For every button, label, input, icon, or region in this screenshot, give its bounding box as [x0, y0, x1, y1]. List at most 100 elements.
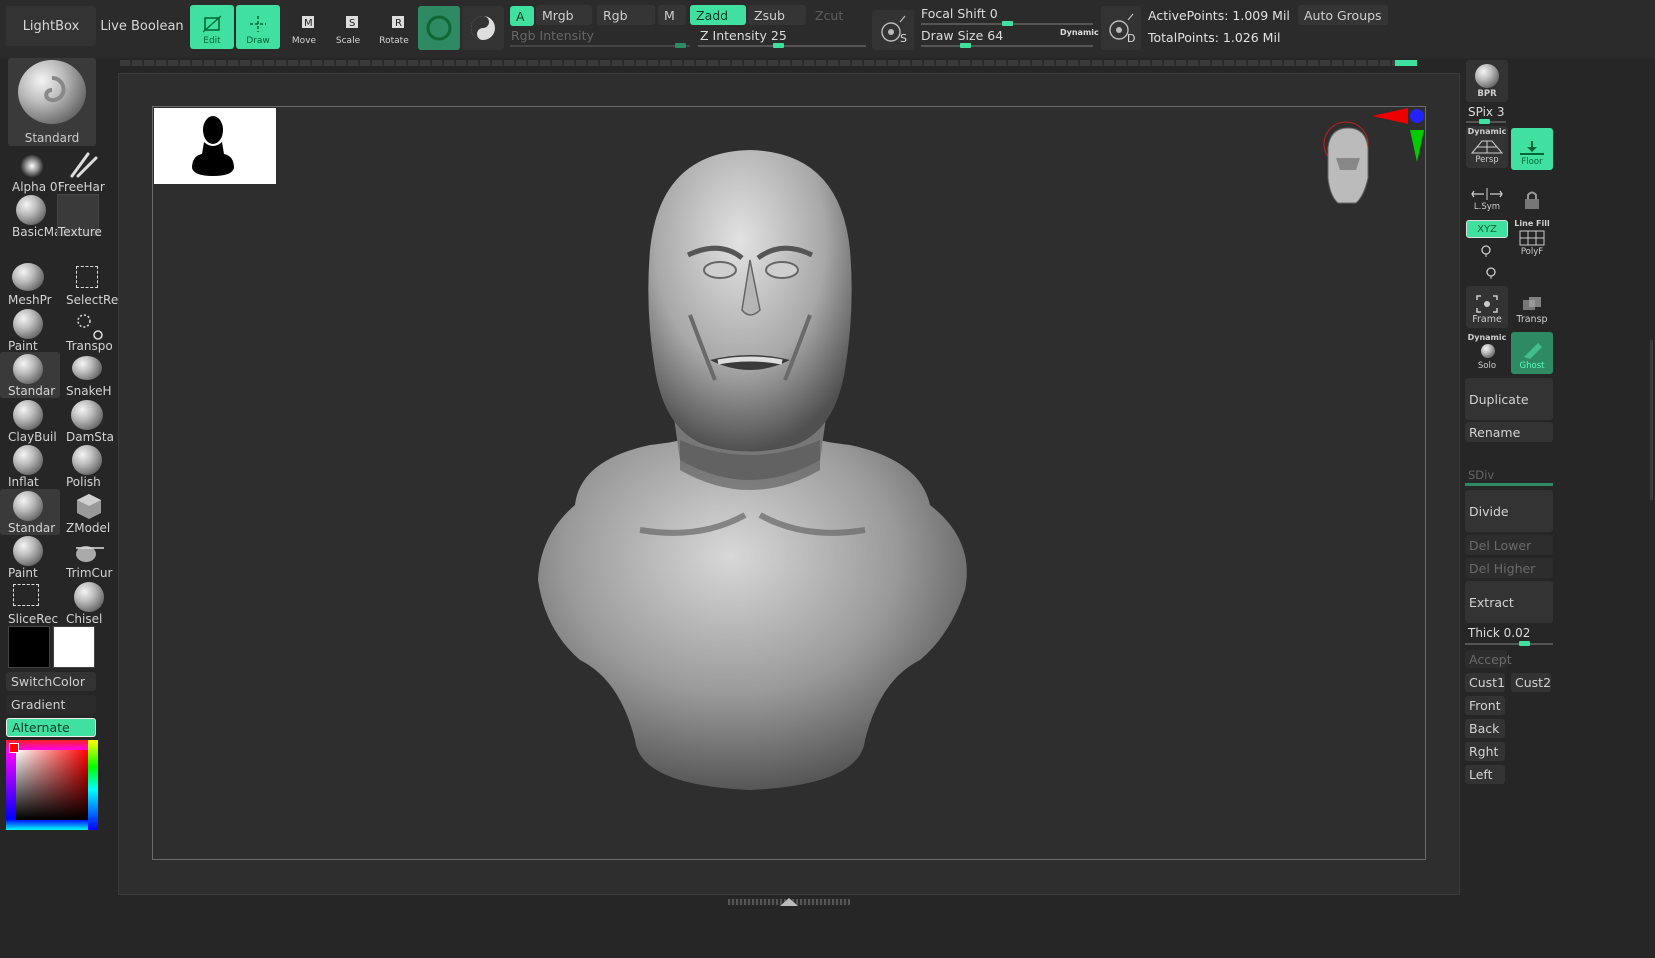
- right-view-button[interactable]: Rght: [1465, 742, 1505, 761]
- m-toggle[interactable]: M: [658, 5, 686, 25]
- draw-size-slider[interactable]: [921, 45, 1093, 47]
- right-panel-scrollbar[interactable]: [1650, 340, 1653, 500]
- dynamic-toggle[interactable]: Dynamic: [1060, 28, 1099, 37]
- sculpt-bust-model[interactable]: [520, 140, 980, 800]
- color-picker-square[interactable]: [16, 750, 88, 820]
- z-intensity-knob[interactable]: [773, 43, 784, 48]
- hue-strip[interactable]: [88, 740, 98, 830]
- move-button[interactable]: M Move: [282, 5, 326, 49]
- thick-knob[interactable]: [1519, 641, 1530, 646]
- del-higher-button[interactable]: Del Higher: [1465, 558, 1553, 578]
- secondary-color-swatch[interactable]: [53, 626, 95, 668]
- brush-trimcurve[interactable]: TrimCur: [58, 534, 118, 580]
- auto-groups-button[interactable]: Auto Groups: [1298, 5, 1388, 25]
- brush-paint[interactable]: Paint: [0, 307, 60, 353]
- alpha-icon: [20, 154, 44, 178]
- bpr-button[interactable]: BPR: [1466, 60, 1508, 102]
- cust1-button[interactable]: Cust1: [1465, 673, 1505, 692]
- rotate-button[interactable]: R Rotate: [372, 5, 416, 49]
- divide-button[interactable]: Divide: [1465, 490, 1553, 532]
- persp-button[interactable]: Dynamic Persp: [1466, 126, 1508, 168]
- tray-arrow-icon[interactable]: [778, 896, 800, 908]
- brush-snakehook[interactable]: SnakeH: [58, 352, 118, 398]
- front-view-button[interactable]: Front: [1465, 696, 1505, 715]
- brush-inflate[interactable]: Inflat: [0, 443, 60, 489]
- sculpt-mode-button[interactable]: [418, 6, 460, 50]
- navigation-thumbnail[interactable]: [154, 108, 276, 184]
- draw-icon: [250, 16, 266, 32]
- timeline-marker[interactable]: [1395, 60, 1417, 66]
- live-boolean-button[interactable]: Live Boolean: [98, 6, 186, 46]
- rgb-intensity-slider[interactable]: [510, 45, 690, 47]
- solo-button[interactable]: Dynamic Solo: [1466, 332, 1508, 374]
- rename-button[interactable]: Rename: [1465, 422, 1553, 442]
- draw-button[interactable]: Draw: [236, 5, 280, 49]
- brush-polish[interactable]: Polish: [58, 443, 118, 489]
- sdiv-slider[interactable]: [1465, 483, 1553, 486]
- a-channel-toggle[interactable]: A: [510, 6, 534, 26]
- brush-meshproject[interactable]: MeshPr: [0, 261, 60, 307]
- scale-button[interactable]: S Scale: [326, 5, 370, 49]
- gradient-button[interactable]: Gradient: [6, 695, 96, 714]
- draw-size-knob[interactable]: [960, 43, 971, 48]
- bpr-label: BPR: [1477, 89, 1497, 99]
- lsym-button[interactable]: L.Sym: [1466, 173, 1508, 215]
- floor-button[interactable]: Floor: [1511, 128, 1553, 170]
- zsub-toggle[interactable]: Zsub: [748, 5, 806, 25]
- zcut-toggle[interactable]: Zcut: [809, 5, 865, 25]
- transp-button[interactable]: Transp: [1511, 286, 1553, 328]
- texture-button[interactable]: Texture: [50, 193, 110, 239]
- material-mode-button[interactable]: [462, 6, 504, 50]
- mrgb-toggle[interactable]: Mrgb: [536, 5, 592, 25]
- s-pressure-button[interactable]: S: [872, 10, 914, 50]
- cust2-button[interactable]: Cust2: [1511, 673, 1551, 692]
- left-view-button[interactable]: Left: [1465, 765, 1505, 784]
- zadd-toggle[interactable]: Zadd: [690, 5, 746, 25]
- main-color-swatch[interactable]: [8, 626, 50, 668]
- accept-button[interactable]: Accept: [1465, 650, 1512, 668]
- brush-damstandard[interactable]: DamSta: [58, 398, 118, 444]
- brush-zmodeler[interactable]: ZModel: [58, 489, 118, 535]
- brush-chisel[interactable]: Chisel: [58, 580, 118, 626]
- zmodeler-cube-icon: [77, 494, 101, 519]
- thick-slider[interactable]: [1465, 643, 1553, 645]
- rotate-label: Rotate: [379, 36, 409, 46]
- timeline-strip[interactable]: [120, 60, 1415, 66]
- brush-slicerect[interactable]: SliceRec: [0, 580, 60, 626]
- focal-shift-knob[interactable]: [1002, 21, 1013, 26]
- rgb-intensity-knob[interactable]: [675, 43, 686, 48]
- edit-icon: [202, 15, 222, 33]
- solo-sphere-icon: [1481, 344, 1495, 358]
- lock-icon: [1525, 191, 1539, 209]
- edit-button[interactable]: Edit: [190, 5, 234, 49]
- back-view-button[interactable]: Back: [1465, 719, 1505, 738]
- color-picker[interactable]: [6, 740, 98, 830]
- xyz-symmetry-button[interactable]: XYZ: [1466, 220, 1508, 238]
- brush-standard[interactable]: Standar: [0, 352, 60, 398]
- current-brush-button[interactable]: Standard: [8, 58, 96, 146]
- ghost-button[interactable]: Ghost: [1511, 332, 1553, 374]
- thick-label: Thick 0.02: [1468, 626, 1531, 640]
- alternate-button[interactable]: Alternate: [6, 718, 96, 737]
- del-lower-button[interactable]: Del Lower: [1465, 535, 1553, 555]
- navigation-gizmo[interactable]: [1320, 108, 1430, 228]
- duplicate-button[interactable]: Duplicate: [1465, 378, 1553, 420]
- stroke-button[interactable]: FreeHar: [50, 148, 110, 194]
- rotate-y-icon[interactable]: [1479, 243, 1493, 257]
- brush-transpose[interactable]: Transpo: [58, 307, 118, 353]
- brush-label: Standar: [8, 521, 56, 535]
- extract-button[interactable]: Extract: [1465, 581, 1553, 623]
- brush-paint-2[interactable]: Paint: [0, 534, 60, 580]
- rotate-z-icon[interactable]: [1484, 265, 1498, 279]
- lock-button[interactable]: [1511, 173, 1553, 215]
- switch-color-button[interactable]: SwitchColor: [6, 672, 96, 691]
- polyf-button[interactable]: Line Fill PolyF: [1511, 218, 1553, 260]
- d-dynamic-button[interactable]: D: [1101, 6, 1141, 50]
- spix-knob[interactable]: [1479, 119, 1490, 124]
- brush-standard-2[interactable]: Standar: [0, 489, 60, 535]
- brush-selectrect[interactable]: SelectRe: [58, 261, 118, 307]
- frame-button[interactable]: Frame: [1466, 286, 1508, 328]
- lightbox-button[interactable]: LightBox: [6, 6, 96, 46]
- rgb-toggle[interactable]: Rgb: [597, 5, 655, 25]
- brush-claybuildup[interactable]: ClayBuil: [0, 398, 60, 444]
